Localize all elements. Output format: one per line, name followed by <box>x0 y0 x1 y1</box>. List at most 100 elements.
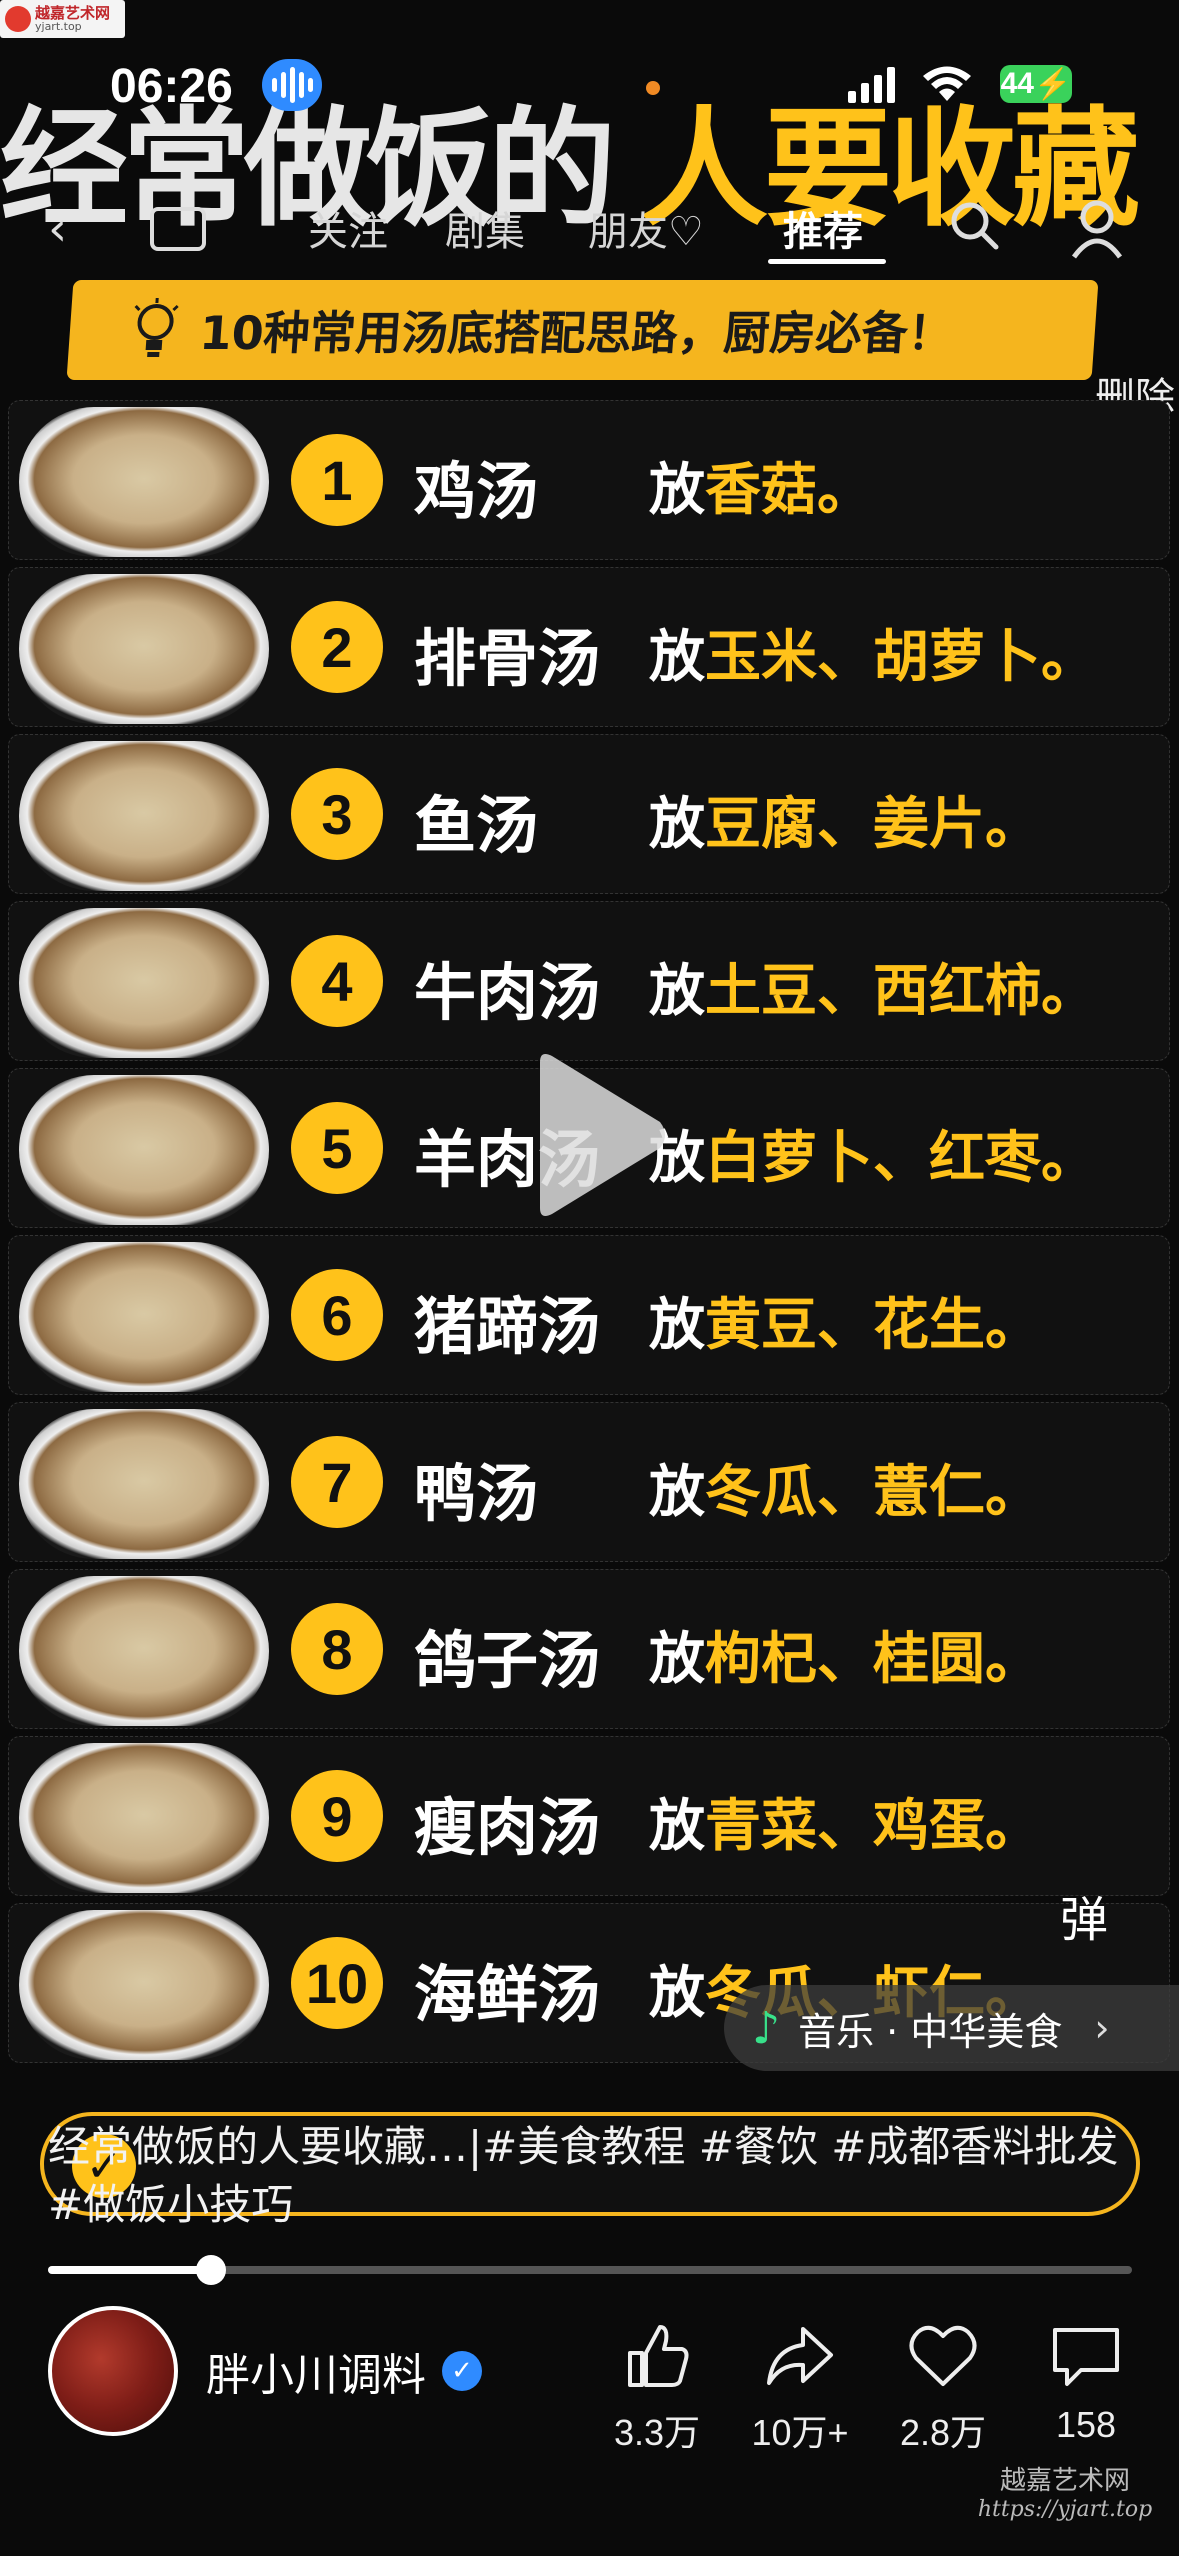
subtitle-text: 10种常用汤底搭配思路，厨房必备！ <box>197 306 956 360</box>
search-icon[interactable] <box>948 199 1000 263</box>
video-progress-bar[interactable] <box>48 2255 1132 2285</box>
soup-row: 8 鸽子汤 放枸杞、桂圆。 <box>8 1569 1170 1729</box>
soup-ingredients: 放枸杞、桂圆。 <box>649 1627 1041 1692</box>
back-icon[interactable]: ‹ <box>48 201 67 257</box>
watermark-bottom-url: https://yjart.top <box>977 2497 1153 2522</box>
progress-knob[interactable] <box>195 2255 226 2285</box>
soup-ingredients: 放玉米、胡萝卜。 <box>649 625 1097 690</box>
soup-name: 海鲜汤 <box>414 1958 601 2031</box>
soup-number-badge: 1 <box>291 434 383 526</box>
soup-number-badge: 4 <box>291 935 383 1027</box>
video-screen[interactable]: 越嘉艺术网 yjart.top 经常做饭的 人要收藏 06:26 44 ⚡ ‹ 关… <box>0 0 1179 2556</box>
video-description[interactable]: 经常做饭的人要收藏…|#美食教程 #餐饮 #成都香料批发 #做饭小技巧 <box>48 2118 1138 2234</box>
author-info[interactable]: 胖小川调料 ✓ <box>48 2306 482 2436</box>
wifi-icon <box>922 65 972 112</box>
soup-ingredients: 放土豆、西红柿。 <box>649 959 1097 1024</box>
soup-row: 3 鱼汤 放豆腐、姜片。 <box>8 734 1170 894</box>
soup-number-badge: 3 <box>291 768 383 860</box>
tab-friends[interactable]: 朋友♡ <box>588 199 704 257</box>
profile-icon[interactable] <box>1070 199 1124 259</box>
watermark-name: 越嘉艺术网 <box>35 4 111 22</box>
status-time: 06:26 <box>110 60 233 113</box>
voice-recording-icon <box>262 59 322 111</box>
favorite-button[interactable]: 2.8万 <box>868 2318 1018 2456</box>
soup-row: 1 鸡汤 放香菇。 <box>8 400 1170 560</box>
soup-row: 2 排骨汤 放玉米、胡萝卜。 <box>8 567 1170 727</box>
soup-ingredients: 放白萝卜、红枣。 <box>649 1126 1097 1191</box>
verified-icon: ✓ <box>442 2351 482 2391</box>
soup-image <box>19 1910 269 2060</box>
soup-number-badge: 8 <box>291 1603 383 1695</box>
tab-series[interactable]: 剧集 <box>445 199 525 257</box>
soup-name: 鸡汤 <box>414 455 539 528</box>
like-count: 3.3万 <box>613 2412 701 2453</box>
tab-recommended[interactable]: 推荐 <box>783 199 863 257</box>
soup-row: 6 猪蹄汤 放黄豆、花生。 <box>8 1235 1170 1395</box>
soup-name: 鸭汤 <box>414 1457 539 1530</box>
soup-ingredients: 放香菇。 <box>649 458 873 523</box>
heart-icon <box>868 2318 1018 2394</box>
watermark-top: 越嘉艺术网 yjart.top <box>0 0 125 38</box>
soup-number-badge: 2 <box>291 601 383 693</box>
favorite-count: 2.8万 <box>899 2412 987 2453</box>
soup-image <box>19 1576 269 1726</box>
like-button[interactable]: 3.3万 <box>582 2318 732 2456</box>
subtitle-banner: 10种常用汤底搭配思路，厨房必备！ <box>66 280 1099 380</box>
soup-image <box>19 1242 269 1392</box>
active-tab-underline <box>768 259 886 264</box>
comment-button[interactable]: 158 <box>1011 2318 1161 2446</box>
tv-icon[interactable] <box>150 207 206 251</box>
privacy-dot-icon <box>646 81 660 95</box>
avatar[interactable] <box>48 2306 178 2436</box>
music-label: 音乐 · 中华美食 <box>798 2009 1063 2054</box>
watermark-bottom-name: 越嘉艺术网 <box>999 2466 1130 2496</box>
soup-row: 9 瘦肉汤 放青菜、鸡蛋。 <box>8 1736 1170 1896</box>
soup-image <box>19 574 269 724</box>
soup-image <box>19 1743 269 1893</box>
soup-name: 瘦肉汤 <box>414 1791 601 1864</box>
comment-icon <box>1011 2318 1161 2394</box>
soup-row: 4 牛肉汤 放土豆、西红柿。 <box>8 901 1170 1061</box>
music-chip[interactable]: ♪ 音乐 · 中华美食 › <box>724 1985 1179 2071</box>
soup-name: 排骨汤 <box>414 622 601 695</box>
soup-name: 牛肉汤 <box>414 956 601 1029</box>
soup-number-badge: 9 <box>291 1770 383 1862</box>
soup-number-badge: 5 <box>291 1102 383 1194</box>
soup-number-badge: 6 <box>291 1269 383 1361</box>
soup-ingredients: 放黄豆、花生。 <box>649 1293 1041 1358</box>
status-bar: 06:26 44 ⚡ <box>0 55 1179 115</box>
soup-name: 猪蹄汤 <box>414 1290 601 1363</box>
cellular-signal-icon <box>848 63 895 103</box>
soup-image <box>19 407 269 557</box>
soup-number-badge: 7 <box>291 1436 383 1528</box>
soup-name: 鸽子汤 <box>414 1624 601 1697</box>
soup-row: 7 鸭汤 放冬瓜、薏仁。 <box>8 1402 1170 1562</box>
tab-following[interactable]: 关注 <box>308 199 388 257</box>
share-button[interactable]: 10万+ <box>725 2318 875 2456</box>
lightbulb-icon <box>134 298 179 357</box>
soup-image <box>19 1075 269 1225</box>
watermark-url: yjart.top <box>35 20 82 33</box>
battery-indicator: 44 ⚡ <box>1000 65 1072 103</box>
watermark-bottom: 越嘉艺术网 https://yjart.top <box>960 2460 1170 2522</box>
soup-ingredients: 放冬瓜、薏仁。 <box>649 1460 1041 1525</box>
soup-image <box>19 908 269 1058</box>
share-count: 10万+ <box>751 2412 849 2453</box>
music-note-icon: ♪ <box>752 2002 781 2054</box>
soup-image <box>19 741 269 891</box>
soup-name: 鱼汤 <box>414 789 539 862</box>
thumbs-up-icon <box>582 2318 732 2394</box>
soup-image <box>19 1409 269 1559</box>
comment-count: 158 <box>1055 2404 1117 2445</box>
site-logo-icon <box>5 6 31 32</box>
soup-number-badge: 10 <box>291 1937 383 2029</box>
share-icon <box>725 2318 875 2394</box>
top-nav: ‹ 关注 剧集 朋友♡ 推荐 <box>0 195 1179 265</box>
soup-ingredients: 放豆腐、姜片。 <box>649 792 1041 857</box>
soup-ingredients: 放青菜、鸡蛋。 <box>649 1794 1041 1859</box>
author-name[interactable]: 胖小川调料 <box>206 2339 426 2403</box>
chevron-right-icon: › <box>1094 2006 1110 2050</box>
danmu-toggle[interactable]: 弹 <box>1060 1880 1108 1950</box>
progress-fill <box>48 2266 211 2274</box>
play-icon[interactable] <box>520 1050 670 1220</box>
